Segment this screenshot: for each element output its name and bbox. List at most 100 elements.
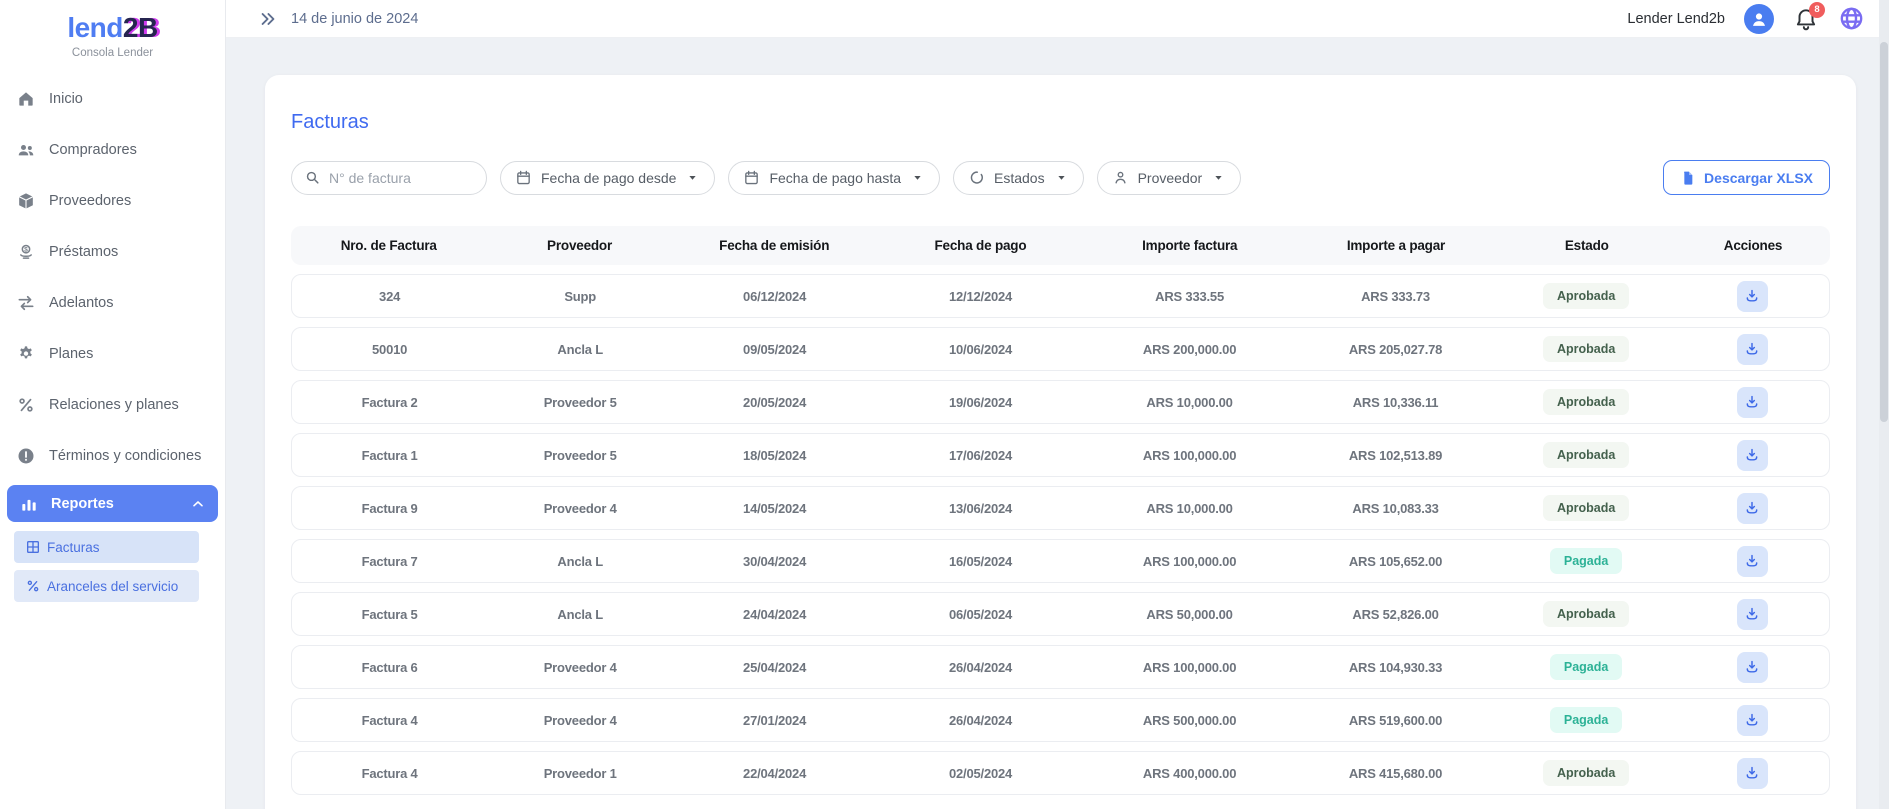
sidebar-subitem-facturas[interactable]: Facturas	[14, 531, 199, 563]
download-row-button[interactable]	[1737, 493, 1768, 524]
cell-importe-pagar: ARS 415,680.00	[1294, 766, 1497, 781]
download-row-button[interactable]	[1737, 440, 1768, 471]
cell-proveedor: Ancla L	[487, 342, 673, 357]
cell-fecha-emision: 20/05/2024	[673, 395, 876, 410]
status-badge: Pagada	[1550, 654, 1622, 680]
search-icon	[304, 169, 321, 186]
filter-chip-fecha-de-pago-desde[interactable]: Fecha de pago desde	[500, 161, 715, 195]
column-header-nro-de-factura: Nro. de Factura	[291, 238, 486, 253]
sidebar-item-adelantos[interactable]: Adelantos	[0, 277, 225, 328]
avatar[interactable]	[1744, 4, 1774, 34]
chevron-up-icon	[190, 496, 206, 512]
filter-chip-label: Fecha de pago hasta	[769, 170, 901, 186]
sidebar-item-label: Préstamos	[49, 244, 118, 260]
cell-proveedor: Proveedor 5	[487, 448, 673, 463]
cell-importe-factura: ARS 500,000.00	[1085, 713, 1294, 728]
download-row-button[interactable]	[1737, 758, 1768, 789]
scrollbar-thumb[interactable]	[1880, 42, 1888, 422]
download-row-button[interactable]	[1737, 387, 1768, 418]
calendar-icon	[743, 169, 760, 186]
invoice-search[interactable]	[291, 161, 487, 195]
sidebar-item-relaciones-y-planes[interactable]: Relaciones y planes	[0, 379, 225, 430]
column-header-acciones: Acciones	[1676, 238, 1830, 253]
download-xlsx-button[interactable]: Descargar XLSX	[1663, 160, 1830, 195]
table-header: Nro. de Factura Proveedor Fecha de emisi…	[291, 226, 1830, 265]
notifications-bell[interactable]: 8	[1793, 6, 1819, 32]
sidebar-item-label: Compradores	[49, 142, 137, 158]
sidebar-subitem-label: Aranceles del servicio	[47, 579, 178, 594]
filter-chip-fecha-de-pago-hasta[interactable]: Fecha de pago hasta	[728, 161, 940, 195]
status-badge: Aprobada	[1543, 336, 1629, 362]
table-body: 324 Supp 06/12/2024 12/12/2024 ARS 333.5…	[291, 274, 1830, 795]
cell-importe-factura: ARS 50,000.00	[1085, 607, 1294, 622]
brand-subtitle: Consola Lender	[0, 47, 225, 59]
status-badge: Aprobada	[1543, 760, 1629, 786]
sidebar-item-label: Reportes	[51, 496, 114, 512]
invoice-row-factura-9: Factura 9 Proveedor 4 14/05/2024 13/06/2…	[291, 486, 1830, 530]
download-icon	[1744, 553, 1760, 569]
cell-nro-factura: Factura 7	[292, 554, 487, 569]
column-header-fecha-de-emision: Fecha de emisión	[673, 238, 876, 253]
people-icon	[16, 140, 36, 160]
chevron-down-icon	[1054, 170, 1069, 185]
download-row-button[interactable]	[1737, 599, 1768, 630]
double-chevron-icon[interactable]	[258, 9, 278, 29]
status-badge: Pagada	[1550, 707, 1622, 733]
sidebar-item-compradores[interactable]: Compradores	[0, 124, 225, 175]
cell-fecha-emision: 27/01/2024	[673, 713, 876, 728]
filter-chip-label: Proveedor	[1138, 170, 1203, 186]
sidebar-subitem-label: Facturas	[47, 540, 100, 555]
cell-fecha-emision: 24/04/2024	[673, 607, 876, 622]
chart-icon	[19, 494, 39, 514]
download-icon	[1744, 765, 1760, 781]
cell-importe-pagar: ARS 102,513.89	[1294, 448, 1497, 463]
cell-importe-pagar: ARS 519,600.00	[1294, 713, 1497, 728]
cell-fecha-emision: 22/04/2024	[673, 766, 876, 781]
download-row-button[interactable]	[1737, 281, 1768, 312]
download-icon	[1744, 659, 1760, 675]
column-header-estado: Estado	[1498, 238, 1677, 253]
download-icon	[1744, 606, 1760, 622]
download-row-button[interactable]	[1737, 546, 1768, 577]
invoice-row-factura-6: Factura 6 Proveedor 4 25/04/2024 26/04/2…	[291, 645, 1830, 689]
sidebar: lend2B Consola Lender Inicio Compradores…	[0, 0, 226, 809]
sidebar-item-proveedores[interactable]: Proveedores	[0, 175, 225, 226]
cell-importe-factura: ARS 10,000.00	[1085, 501, 1294, 516]
status-icon	[968, 169, 985, 186]
sidebar-nav: Inicio Compradores Proveedores $ Préstam…	[0, 59, 225, 481]
current-date: 14 de junio de 2024	[291, 11, 418, 27]
cell-proveedor: Ancla L	[487, 554, 673, 569]
calendar-icon	[515, 169, 532, 186]
invoice-row-factura-4: Factura 4 Proveedor 1 22/04/2024 02/05/2…	[291, 751, 1830, 795]
sidebar-item-planes[interactable]: Planes	[0, 328, 225, 379]
invoice-row-factura-4: Factura 4 Proveedor 4 27/01/2024 26/04/2…	[291, 698, 1830, 742]
sidebar-item-label: Planes	[49, 346, 93, 362]
cell-fecha-pago: 02/05/2024	[876, 766, 1085, 781]
sidebar-item-label: Términos y condiciones	[49, 448, 201, 464]
cell-importe-factura: ARS 400,000.00	[1085, 766, 1294, 781]
cell-nro-factura: Factura 5	[292, 607, 487, 622]
cell-fecha-emision: 09/05/2024	[673, 342, 876, 357]
filter-chip-proveedor[interactable]: Proveedor	[1097, 161, 1242, 195]
download-row-button[interactable]	[1737, 652, 1768, 683]
sidebar-subitem-aranceles-del-servicio[interactable]: Aranceles del servicio	[14, 570, 199, 602]
search-input[interactable]	[329, 170, 474, 186]
main-area: 14 de junio de 2024 Lender Lend2b 8 Fact…	[226, 0, 1889, 809]
percent-icon	[25, 578, 41, 594]
download-row-button[interactable]	[1737, 705, 1768, 736]
brand: lend2B Consola Lender	[0, 0, 225, 59]
sidebar-item-terminos-y-condiciones[interactable]: Términos y condiciones	[0, 430, 225, 481]
cell-importe-pagar: ARS 205,027.78	[1294, 342, 1497, 357]
filters-row: Fecha de pago desde Fecha de pago hasta	[291, 160, 1830, 195]
app-root: lend2B Consola Lender Inicio Compradores…	[0, 0, 1889, 809]
sidebar-item-prestamos[interactable]: $ Préstamos	[0, 226, 225, 277]
sidebar-item-reportes[interactable]: Reportes	[7, 485, 218, 522]
filter-chip-estados[interactable]: Estados	[953, 161, 1084, 195]
filter-chip-label: Fecha de pago desde	[541, 170, 676, 186]
globe-icon[interactable]	[1838, 5, 1865, 32]
column-header-importe-a-pagar: Importe a pagar	[1294, 238, 1497, 253]
sidebar-item-inicio[interactable]: Inicio	[0, 73, 225, 124]
cell-fecha-pago: 12/12/2024	[876, 289, 1085, 304]
download-row-button[interactable]	[1737, 334, 1768, 365]
svg-text:$: $	[24, 246, 28, 253]
